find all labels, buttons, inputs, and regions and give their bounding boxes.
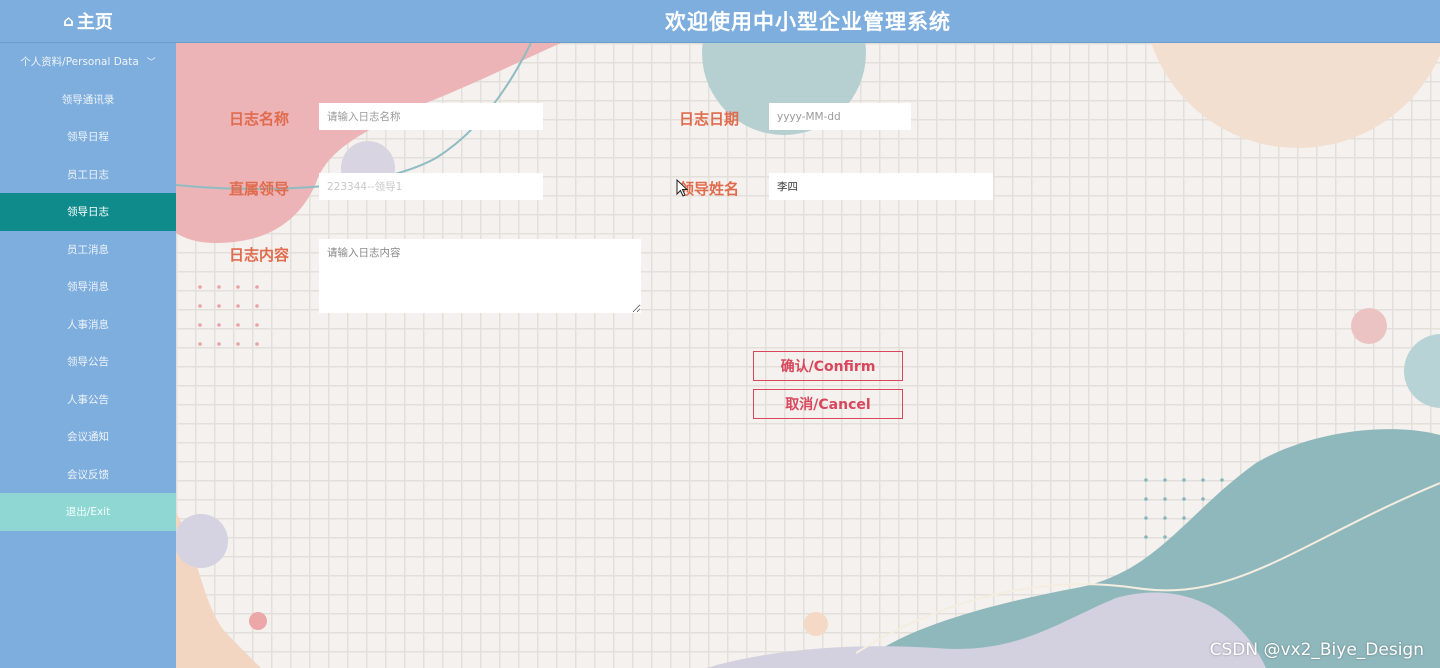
sidebar-item-hr-announcements[interactable]: 人事公告 xyxy=(0,381,176,419)
system-title: 欢迎使用中小型企业管理系统 xyxy=(665,10,951,34)
sidebar-item-label: 领导日志 xyxy=(67,206,109,219)
sidebar-item-label: 领导消息 xyxy=(67,281,109,294)
log-name-input[interactable] xyxy=(319,103,543,130)
sidebar-item-meeting-feedback[interactable]: 会议反馈 xyxy=(0,456,176,494)
sidebar-item-personal-data[interactable]: 个人资料/Personal Data ﹀ xyxy=(0,43,176,81)
sidebar-item-employee-log[interactable]: 员工日志 xyxy=(0,156,176,194)
sidebar-item-exit[interactable]: 退出/Exit xyxy=(0,493,176,531)
sidebar-item-leader-log[interactable]: 领导日志 xyxy=(0,193,176,231)
cancel-button[interactable]: 取消/Cancel xyxy=(753,389,903,419)
sidebar-item-label: 退出/Exit xyxy=(65,506,111,519)
sidebar: 个人资料/Personal Data ﹀ 领导通讯录 领导日程 员工日志 领导日… xyxy=(0,43,176,668)
sidebar-item-leader-contacts[interactable]: 领导通讯录 xyxy=(0,81,176,119)
sidebar-item-label: 会议反馈 xyxy=(67,468,109,481)
sidebar-item-hr-messages[interactable]: 人事消息 xyxy=(0,306,176,344)
log-date-label: 日志日期 xyxy=(679,110,740,128)
home-icon: ⌂ xyxy=(63,12,74,30)
leader-name-input[interactable] xyxy=(769,173,993,200)
home-button[interactable]: ⌂ 主页 xyxy=(0,0,176,42)
sidebar-item-meeting-notices[interactable]: 会议通知 xyxy=(0,418,176,456)
sidebar-item-label: 员工日志 xyxy=(67,168,109,181)
sidebar-item-label: 领导通讯录 xyxy=(61,93,115,106)
home-label: 主页 xyxy=(76,12,113,33)
sidebar-item-label: 领导日程 xyxy=(67,131,109,144)
sidebar-item-employee-messages[interactable]: 员工消息 xyxy=(0,231,176,269)
top-bar: ⌂ 主页 欢迎使用中小型企业管理系统 xyxy=(0,0,1440,43)
sidebar-item-label: 员工消息 xyxy=(67,243,109,256)
sidebar-item-label: 人事消息 xyxy=(67,318,109,331)
sidebar-item-leader-schedule[interactable]: 领导日程 xyxy=(0,118,176,156)
sidebar-item-label: 会议通知 xyxy=(67,431,109,444)
mouse-cursor-icon xyxy=(676,179,689,197)
log-name-label: 日志名称 xyxy=(229,110,290,128)
log-content-label: 日志内容 xyxy=(229,246,290,264)
log-date-input[interactable] xyxy=(769,103,911,130)
confirm-button[interactable]: 确认/Confirm xyxy=(753,351,903,381)
leader-input[interactable] xyxy=(319,173,543,200)
sidebar-item-label: 人事公告 xyxy=(67,393,109,406)
watermark: CSDN @vx2_Biye_Design xyxy=(1209,640,1424,660)
sidebar-item-label: 个人资料/Personal Data xyxy=(20,56,139,69)
sidebar-item-leader-announcements[interactable]: 领导公告 xyxy=(0,343,176,381)
chevron-down-icon: ﹀ xyxy=(146,58,156,69)
sidebar-item-leader-messages[interactable]: 领导消息 xyxy=(0,268,176,306)
main-content: 日志名称 日志日期 直属领导 领导姓名 日志内容 确认/Confirm 取消/C… xyxy=(176,43,1440,668)
leader-label: 直属领导 xyxy=(229,180,290,198)
log-content-textarea[interactable] xyxy=(319,239,641,313)
sidebar-item-label: 领导公告 xyxy=(67,356,109,369)
